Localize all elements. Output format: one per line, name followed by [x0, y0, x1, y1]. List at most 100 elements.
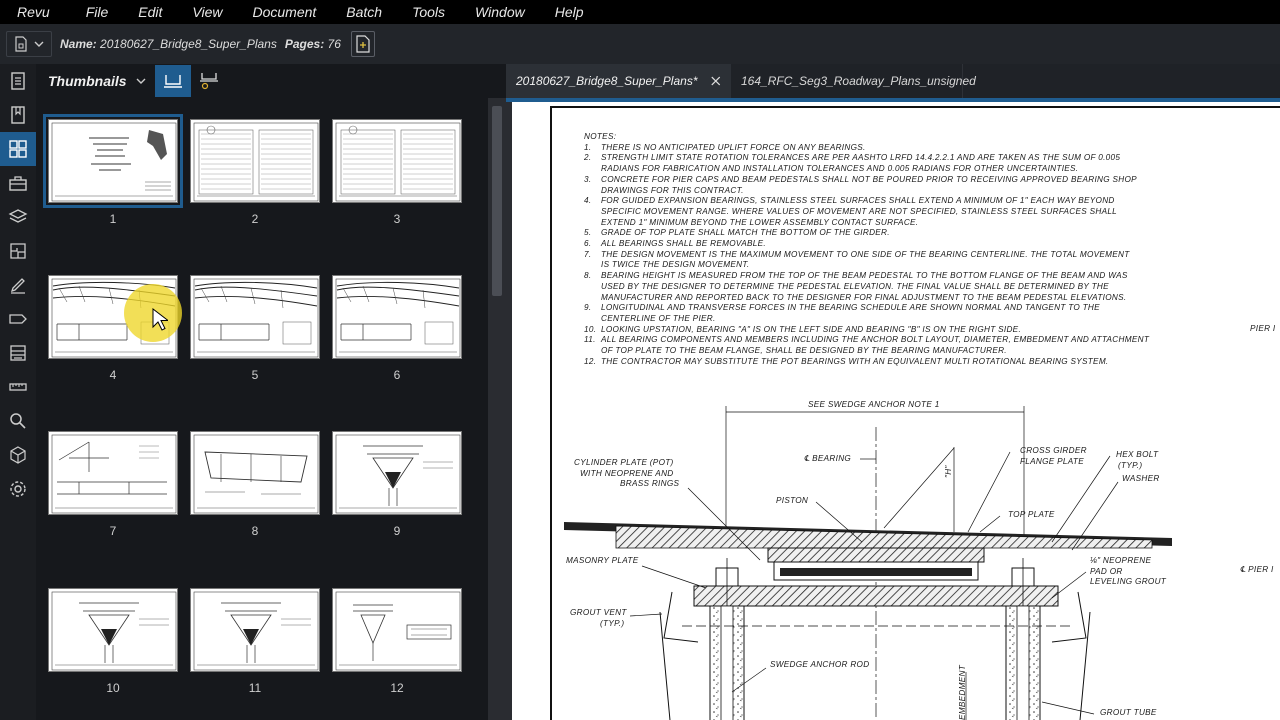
page-thumbnail-9[interactable]: 9: [332, 431, 462, 538]
menu-tools[interactable]: Tools: [396, 0, 459, 24]
studio-panel-button[interactable]: [0, 234, 36, 268]
menu-document[interactable]: Document: [236, 0, 330, 24]
page-thumbnail-5[interactable]: 5: [190, 275, 320, 382]
thumbnail-settings-icon: [199, 73, 218, 90]
thumbnail-image: [48, 588, 178, 672]
document-menu-button[interactable]: [6, 31, 52, 57]
menu-batch[interactable]: Batch: [330, 0, 396, 24]
panel-title: Thumbnails: [48, 73, 127, 89]
thumbnail-layout-button[interactable]: [154, 65, 191, 97]
new-page-icon: [356, 35, 370, 53]
thumbnail-page-number: 1: [109, 212, 117, 226]
grout-tube-label: GROUT TUBE: [1100, 708, 1157, 717]
thumbnails-panel-header: Thumbnails: [36, 64, 506, 98]
page-thumbnail-11[interactable]: 11: [190, 588, 320, 695]
mouse-cursor-icon: [152, 308, 168, 331]
search-panel-button[interactable]: [0, 404, 36, 438]
cylinder-plate-label: CYLINDER PLATE (POT) WITH NEOPRENE AND B…: [574, 458, 680, 488]
chevron-down-icon[interactable]: [135, 75, 147, 87]
piston-label: PISTON: [776, 496, 809, 505]
menu-window[interactable]: Window: [459, 0, 539, 24]
toolchest-panel-button[interactable]: [0, 166, 36, 200]
stamp-icon: [10, 345, 26, 361]
masonry-plate-label: MASONRY PLATE: [566, 556, 639, 565]
thumbnail-page-number: 5: [251, 368, 259, 382]
thumbnail-grid: 1 2 3 4 5 6 7 8 9 10 11 12: [36, 98, 488, 720]
tab-label: 164_RFC_Seg3_Roadway_Plans_unsigned: [741, 74, 976, 88]
thumbnail-page-number: 4: [109, 368, 117, 382]
bookmarks-panel-button[interactable]: [0, 98, 36, 132]
embedment-label: EMBEDMENT: [958, 664, 967, 720]
thumbnail-image: [43, 114, 183, 208]
page-thumbnail-12[interactable]: 12: [332, 588, 462, 695]
page-thumbnail-2[interactable]: 2: [190, 119, 320, 226]
hex-bolt-label: HEX BOLT (TYP.): [1116, 450, 1159, 470]
menu-view[interactable]: View: [176, 0, 236, 24]
scrollbar-thumb[interactable]: [492, 106, 502, 296]
page-thumbnail-3[interactable]: 3: [332, 119, 462, 226]
page-thumbnail-8[interactable]: 8: [190, 431, 320, 538]
thumbnail-image: [190, 119, 320, 203]
left-tool-rail: [0, 64, 36, 720]
thumbnail-page-number: 12: [390, 681, 404, 695]
close-icon[interactable]: [711, 75, 721, 87]
top-plate-label: TOP PLATE: [1008, 510, 1055, 519]
chevron-down-icon: [34, 41, 44, 47]
thumbnail-image: [190, 431, 320, 515]
signatures-panel-button[interactable]: [0, 336, 36, 370]
properties-icon: [11, 72, 25, 90]
ruler-icon: [9, 383, 27, 391]
gear-icon: [10, 481, 26, 497]
menu-revu[interactable]: Revu: [0, 0, 70, 24]
page-thumbnail-6[interactable]: 6: [332, 275, 462, 382]
tab-roadway-plans[interactable]: 164_RFC_Seg3_Roadway_Plans_unsigned: [731, 64, 976, 98]
page-thumbnail-1[interactable]: 1: [43, 114, 183, 226]
document-tabs: 20180627_Bridge8_Super_Plans* 164_RFC_Se…: [506, 64, 1280, 98]
thumbnails-panel-button[interactable]: [0, 132, 36, 166]
toolbox-icon: [9, 176, 27, 191]
document-viewer[interactable]: NOTES: 1. THERE IS NO ANTICIPATED UPLIFT …: [506, 102, 1280, 720]
layers-panel-button[interactable]: [0, 200, 36, 234]
thumbnail-page-number: 9: [393, 524, 401, 538]
thumbnail-view-icon: [163, 75, 182, 88]
tab-bridge8-super-plans[interactable]: 20180627_Bridge8_Super_Plans*: [506, 64, 731, 98]
page-thumbnail-10[interactable]: 10: [48, 588, 178, 695]
measurements-panel-button[interactable]: [0, 370, 36, 404]
properties-panel-button[interactable]: [0, 64, 36, 98]
thumbnail-page-number: 2: [251, 212, 259, 226]
thumbnail-page-number: 3: [393, 212, 401, 226]
pen-icon: [10, 278, 25, 294]
cross-girder-label: CROSS GIRDER FLANGE PLATE: [1020, 446, 1087, 466]
thumbnail-options-button[interactable]: [191, 65, 227, 97]
tags-panel-button[interactable]: [0, 302, 36, 336]
markups-panel-button[interactable]: [0, 268, 36, 302]
thumbnail-page-number: 7: [109, 524, 117, 538]
page-thumbnail-7[interactable]: 7: [48, 431, 178, 538]
thumbnail-page-number: 11: [248, 681, 262, 695]
bookmark-icon: [11, 106, 25, 124]
thumbnail-image: [332, 119, 462, 203]
spaces-panel-button[interactable]: [0, 438, 36, 472]
swedge-anchor-rod-label: SWEDGE ANCHOR ROD: [770, 660, 870, 669]
menu-edit[interactable]: Edit: [122, 0, 176, 24]
menu-bar: Revu File Edit View Document Batch Tools…: [0, 0, 1280, 24]
h-dimension-label: "H": [944, 465, 953, 478]
menu-file[interactable]: File: [70, 0, 123, 24]
pot-bearing-detail: [564, 406, 1172, 720]
drawing-sheet: NOTES: 1. THERE IS NO ANTICIPATED UPLIFT …: [512, 102, 1280, 720]
tab-label: 20180627_Bridge8_Super_Plans*: [516, 74, 698, 88]
thumbnail-page-number: 10: [106, 681, 120, 695]
revu-window: Revu File Edit View Document Batch Tools…: [0, 0, 1280, 720]
menu-help[interactable]: Help: [539, 0, 598, 24]
settings-panel-button[interactable]: [0, 472, 36, 506]
neoprene-pad-label: ⅛" NEOPRENE PAD OR LEVELING GROUT: [1090, 556, 1167, 586]
thumbnail-page-number: 8: [251, 524, 259, 538]
cube-icon: [10, 446, 26, 464]
bearing-centerline-label: ℄ BEARING: [804, 454, 852, 463]
thumbnail-scrollbar[interactable]: [488, 98, 506, 720]
add-page-button[interactable]: [350, 31, 375, 57]
thumbnail-image: [190, 588, 320, 672]
search-icon: [10, 413, 26, 429]
document-info-bar: Name: 20180627_Bridge8_Super_Plans Pages…: [0, 24, 1280, 64]
thumbnail-image: [332, 431, 462, 515]
